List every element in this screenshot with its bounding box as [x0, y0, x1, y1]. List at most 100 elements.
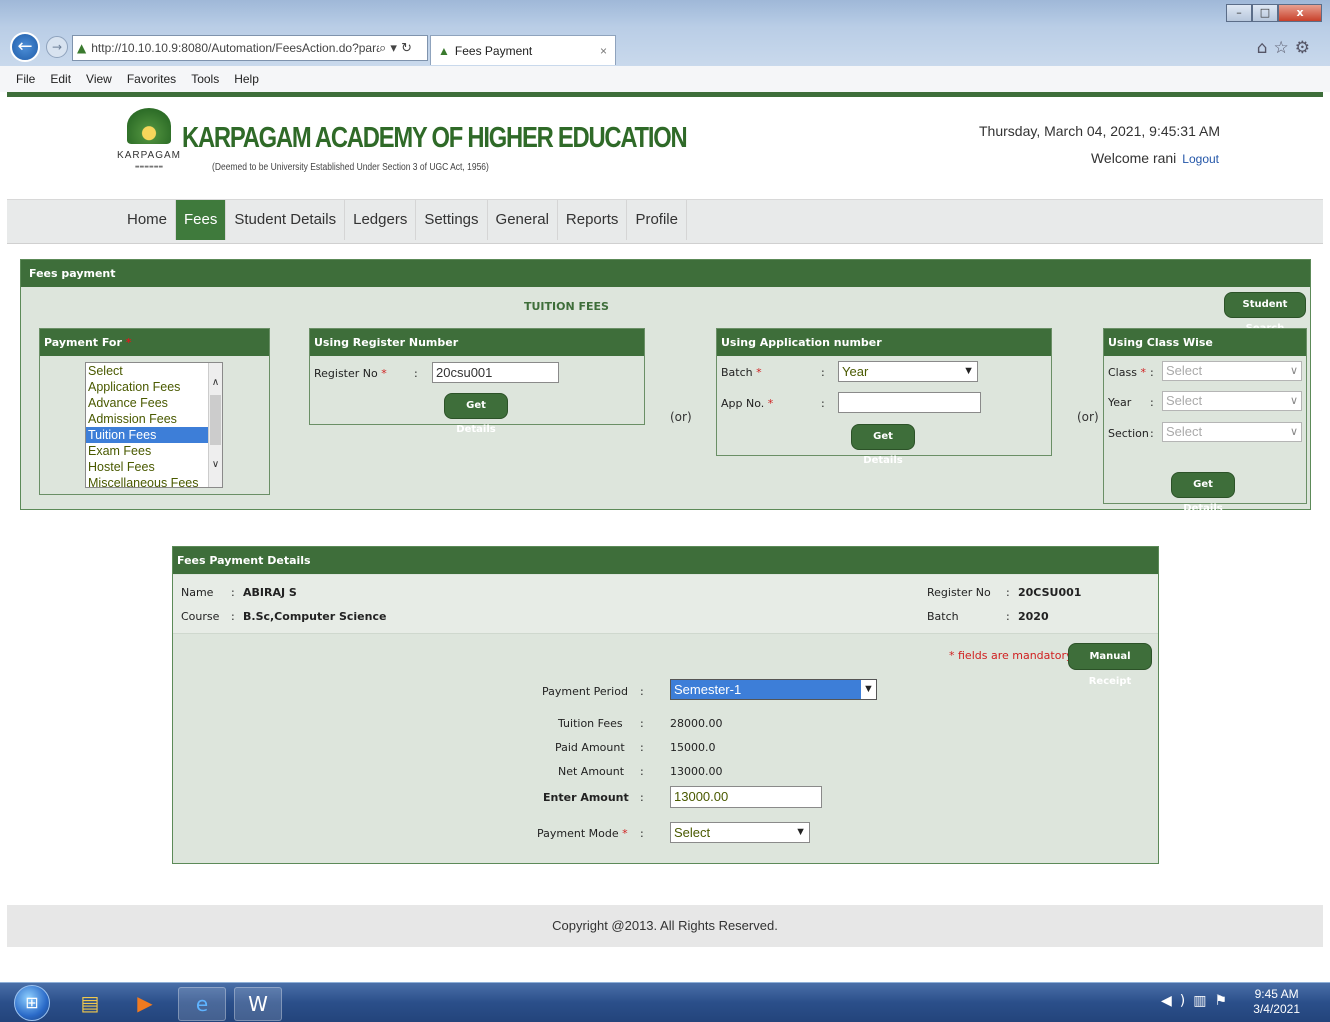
- university-name: KARPAGAM ACADEMY OF HIGHER EDUCATION: [182, 122, 688, 154]
- application-get-details-button[interactable]: Get Details: [851, 424, 915, 466]
- colon: :: [1150, 427, 1154, 440]
- nav-ledgers[interactable]: Ledgers: [345, 200, 417, 240]
- classwise-get-details-button[interactable]: Get Details: [1171, 472, 1235, 514]
- current-datetime: Thursday, March 04, 2021, 9:45:31 AM: [979, 123, 1220, 139]
- class-select-value: Select: [1166, 363, 1203, 378]
- browser-tab[interactable]: ▲ Fees Payment ×: [430, 35, 616, 65]
- payment-for-panel: Payment For * Select Application Fees Ad…: [39, 328, 270, 495]
- tuition-fees-label: Tuition Fees: [558, 717, 623, 730]
- menu-favorites[interactable]: Favorites: [127, 72, 176, 86]
- file-explorer-icon[interactable]: ▤: [66, 987, 114, 1021]
- address-url[interactable]: http://10.10.10.9:8080/Automation/FeesAc…: [91, 41, 379, 55]
- chevron-down-icon: ∨: [1289, 426, 1298, 438]
- colon: :: [1006, 586, 1010, 599]
- class-wise-panel: Using Class Wise Class * : Select ∨ Year …: [1103, 328, 1307, 514]
- minimize-icon[interactable]: –: [1226, 4, 1252, 22]
- payment-for-option[interactable]: Exam Fees: [86, 443, 222, 459]
- settings-gear-icon[interactable]: ⚙: [1295, 38, 1316, 58]
- course-label: Course: [181, 610, 220, 623]
- payment-for-option[interactable]: Miscellaneous Fees: [86, 475, 222, 487]
- university-logo: KARPAGAM ▬▬▬▬▬▬: [117, 108, 181, 184]
- menu-file[interactable]: File: [16, 72, 35, 86]
- action-center-flag-icon[interactable]: ⚑: [1214, 993, 1235, 1009]
- internet-explorer-icon[interactable]: e: [178, 987, 226, 1021]
- browser-toolbar-icons[interactable]: ⌂☆⚙: [1257, 38, 1316, 58]
- payment-mode-select[interactable]: Select ▼: [670, 822, 810, 843]
- tab-close-icon[interactable]: ×: [600, 44, 607, 58]
- register-number-title: Using Register Number: [310, 329, 644, 356]
- class-select[interactable]: Select ∨: [1162, 361, 1302, 381]
- batch-select[interactable]: Year ▼: [838, 361, 978, 382]
- payment-for-option-selected[interactable]: Tuition Fees: [86, 427, 222, 443]
- payment-for-option[interactable]: Hostel Fees: [86, 459, 222, 475]
- payment-for-option[interactable]: Advance Fees: [86, 395, 222, 411]
- menu-help[interactable]: Help: [234, 72, 259, 86]
- class-label: Class *: [1108, 366, 1146, 379]
- media-player-icon[interactable]: ▶: [121, 987, 169, 1021]
- payment-for-listbox[interactable]: Select Application Fees Advance Fees Adm…: [85, 362, 223, 488]
- scroll-down-icon[interactable]: ∨: [209, 459, 222, 470]
- maximize-icon[interactable]: □: [1252, 4, 1278, 22]
- colon: :: [414, 367, 418, 380]
- scroll-up-icon[interactable]: ∧: [209, 377, 222, 388]
- or-separator: (or): [1077, 410, 1099, 424]
- section-select[interactable]: Select ∨: [1162, 422, 1302, 442]
- student-name: ABIRAJ S: [243, 586, 297, 599]
- welcome-text: Welcome rani: [1090, 150, 1177, 166]
- app-no-input[interactable]: [838, 392, 981, 413]
- register-no-input[interactable]: 20csu001: [432, 362, 559, 383]
- close-icon[interactable]: x: [1278, 4, 1322, 22]
- windows-taskbar: ⊞ ▤ ▶ e W ◀)▥⚑ 9:45 AM 3/4/2021: [0, 982, 1330, 1022]
- nav-student-details[interactable]: Student Details: [226, 200, 346, 240]
- nav-settings[interactable]: Settings: [416, 200, 488, 240]
- volume-icon[interactable]: ◀): [1161, 993, 1193, 1009]
- university-subtitle: (Deemed to be University Established Und…: [212, 162, 489, 173]
- menu-edit[interactable]: Edit: [50, 72, 71, 86]
- start-button-icon[interactable]: ⊞: [14, 985, 50, 1021]
- forward-arrow-icon[interactable]: →: [46, 36, 68, 58]
- system-tray-icons[interactable]: ◀)▥⚑: [1161, 993, 1235, 1009]
- colon: :: [231, 586, 235, 599]
- listbox-scrollbar[interactable]: ∧ ∨: [208, 363, 222, 487]
- nav-reports[interactable]: Reports: [558, 200, 628, 240]
- year-select[interactable]: Select ∨: [1162, 391, 1302, 411]
- register-get-details-button[interactable]: Get Details: [444, 393, 508, 435]
- nav-general[interactable]: General: [488, 200, 558, 240]
- menu-tools[interactable]: Tools: [191, 72, 219, 86]
- payment-period-select[interactable]: Semester-1 ▼: [670, 679, 877, 700]
- payment-for-option[interactable]: Select: [86, 363, 222, 379]
- home-icon[interactable]: ⌂: [1257, 38, 1274, 58]
- application-number-panel: Using Application number Batch * : Year ▼…: [716, 328, 1052, 466]
- taskbar-clock[interactable]: 9:45 AM 3/4/2021: [1253, 987, 1300, 1017]
- payment-period-label: Payment Period: [542, 685, 628, 698]
- nav-home[interactable]: Home: [119, 200, 177, 240]
- colon: :: [1150, 366, 1154, 379]
- network-icon[interactable]: ▥: [1193, 993, 1214, 1009]
- enter-amount-input[interactable]: 13000.00: [670, 786, 822, 808]
- year-select-value: Select: [1166, 393, 1203, 408]
- scrollbar-thumb[interactable]: [210, 395, 221, 445]
- logo-tagline: ▬▬▬▬▬▬: [134, 164, 164, 170]
- favorites-star-icon[interactable]: ☆: [1274, 38, 1295, 58]
- colon: :: [821, 397, 825, 410]
- payment-mode-label: Payment Mode *: [537, 827, 628, 840]
- net-amount-label: Net Amount: [558, 765, 625, 778]
- nav-fees[interactable]: Fees: [176, 200, 227, 240]
- header-divider: [7, 92, 1323, 97]
- browser-menubar: File Edit View Favorites Tools Help: [0, 66, 1330, 92]
- menu-view[interactable]: View: [86, 72, 112, 86]
- manual-receipt-button[interactable]: Manual Receipt: [1068, 643, 1152, 687]
- student-search-button[interactable]: Student Search: [1224, 292, 1306, 334]
- payment-for-option[interactable]: Admission Fees: [86, 411, 222, 427]
- word-icon[interactable]: W: [234, 987, 282, 1021]
- chevron-down-icon: ∨: [1289, 395, 1298, 407]
- address-bar[interactable]: ▲ http://10.10.10.9:8080/Automation/Fees…: [72, 35, 428, 61]
- payment-for-option[interactable]: Application Fees: [86, 379, 222, 395]
- payment-period-value: Semester-1: [674, 682, 742, 697]
- back-arrow-icon[interactable]: ←: [10, 32, 40, 62]
- search-refresh-icons[interactable]: ⌕ ▾ ↻: [379, 41, 427, 56]
- payment-for-title: Payment For *: [40, 329, 269, 356]
- tab-title: Fees Payment: [454, 43, 533, 58]
- logout-link[interactable]: Logout: [1182, 152, 1219, 166]
- nav-profile[interactable]: Profile: [627, 200, 687, 240]
